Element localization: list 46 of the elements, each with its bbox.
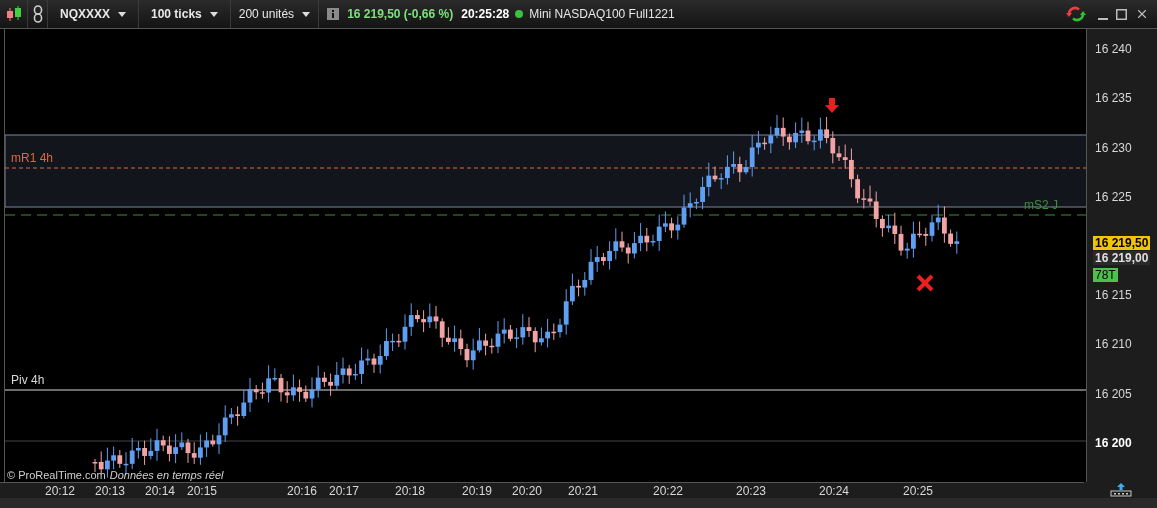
instrument-dropdown[interactable]: NQXXXX [48, 0, 139, 28]
time-label: 20:12 [45, 484, 75, 498]
time-label: 20:18 [395, 484, 425, 498]
level-label: mS2 J [1024, 198, 1058, 212]
price-badge: 16 219,00 [1093, 251, 1151, 265]
time-label: 20:17 [329, 484, 359, 498]
level-label: mR1 4h [11, 151, 54, 165]
price-badge: 16 219,50 [1093, 236, 1151, 250]
time-label: 20:20 [512, 484, 542, 498]
time-label: 20:15 [187, 484, 217, 498]
caret-icon [209, 11, 218, 17]
product-name: Mini NASDAQ100 Full1221 [529, 6, 675, 23]
clock-text: 20:25:28 [461, 6, 510, 23]
price-tick-label: 16 235 [1095, 90, 1132, 107]
info-icon[interactable] [327, 8, 340, 20]
price-tick-label: 16 230 [1095, 140, 1132, 157]
interval-dropdown[interactable]: 100 ticks [139, 0, 231, 28]
time-label: 20:19 [462, 484, 492, 498]
time-label: 20:14 [145, 484, 175, 498]
maximize-icon[interactable] [1116, 8, 1127, 20]
close-icon[interactable] [1135, 7, 1149, 21]
data-note-text: Données en temps réel [109, 468, 224, 482]
price-tick-label: 16 225 [1095, 189, 1132, 206]
caret-icon [118, 11, 126, 17]
time-label: 20:13 [95, 484, 125, 498]
price-tick-label: 16 240 [1095, 41, 1132, 58]
quote-text: 16 219,50 (-0,66 %) [347, 6, 454, 23]
price-badge: 78T [1093, 268, 1118, 282]
down-arrow-marker [825, 98, 839, 113]
price-tick-label: 16 215 [1095, 287, 1132, 304]
time-label: 20:23 [736, 484, 766, 498]
refresh-icon[interactable] [1066, 5, 1086, 23]
price-tick-label: 16 205 [1095, 386, 1132, 403]
time-label: 20:21 [568, 484, 598, 498]
time-label: 20:24 [819, 484, 849, 498]
time-label: 20:22 [653, 484, 683, 498]
price-tick-label: 16 200 [1095, 435, 1132, 452]
time-label: 20:16 [287, 484, 317, 498]
copyright-text: © ProRealTime.com [7, 468, 106, 482]
units-dropdown[interactable]: 200 unités [230, 0, 320, 28]
price-tick-label: 16 210 [1095, 336, 1132, 353]
autoscale-icon[interactable] [1109, 483, 1132, 497]
cross-marker [916, 274, 934, 292]
level-label: Piv 4h [11, 373, 45, 387]
time-label: 20:25 [903, 484, 933, 498]
caret-icon [302, 11, 311, 17]
